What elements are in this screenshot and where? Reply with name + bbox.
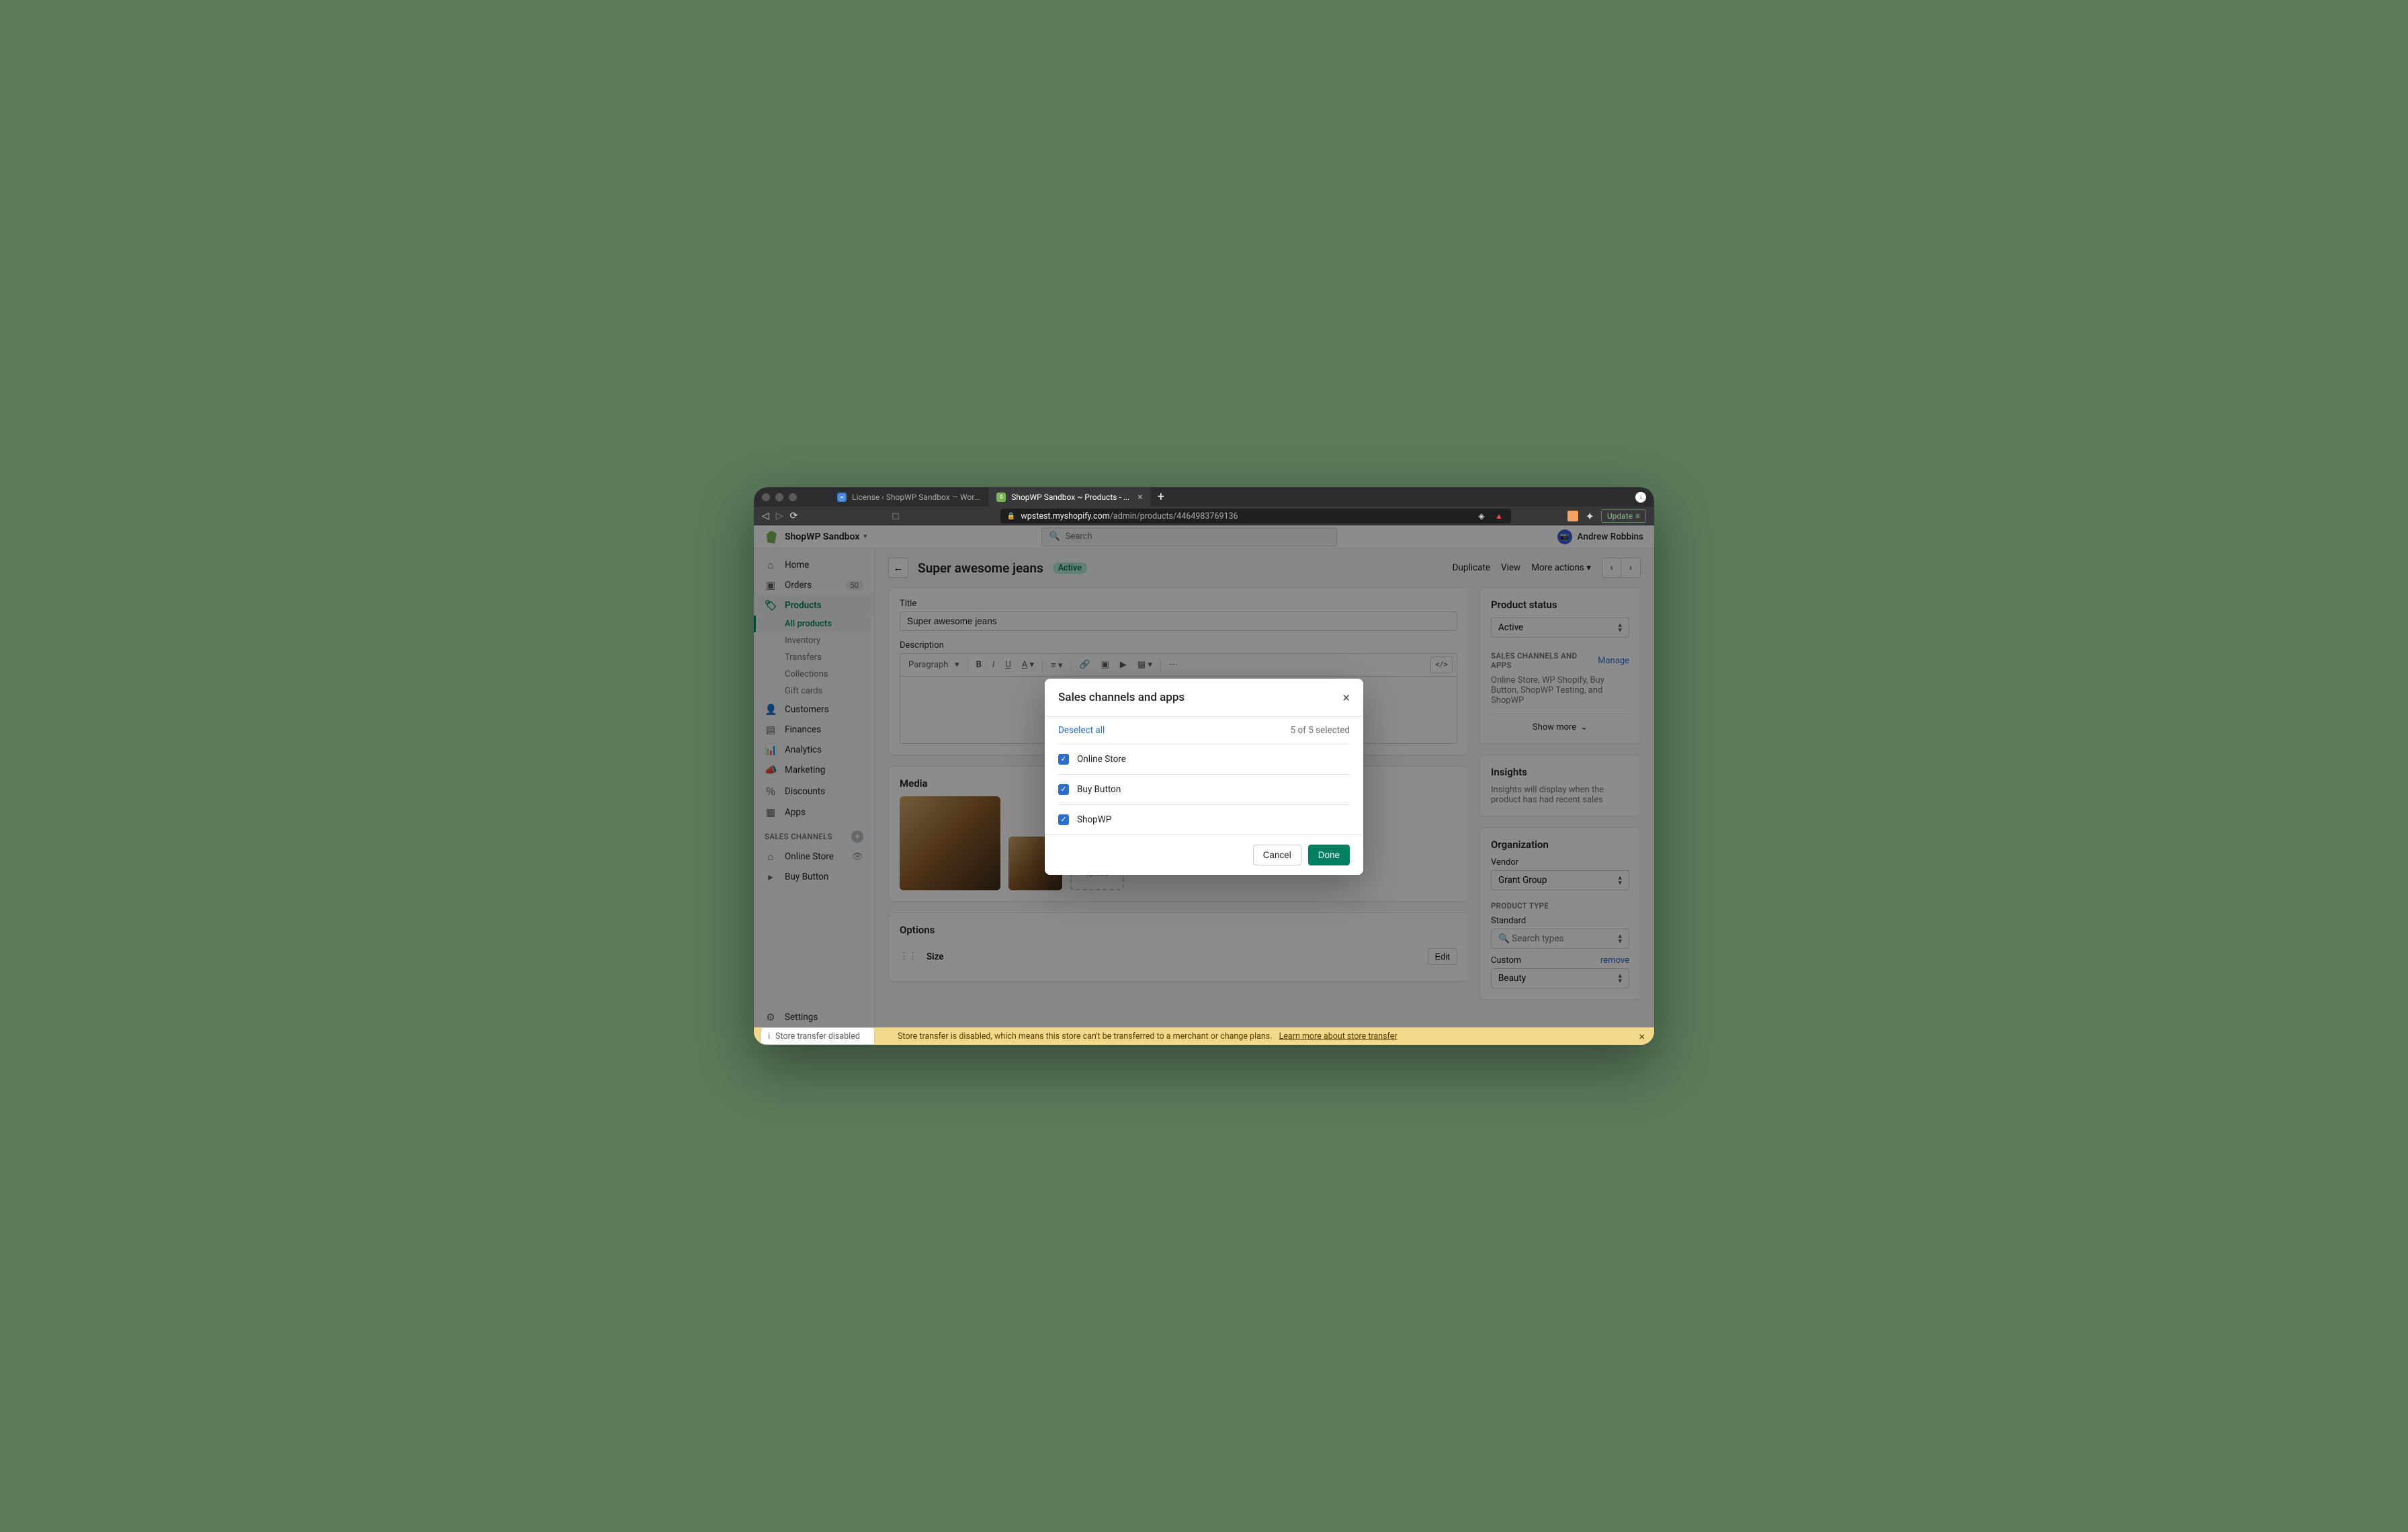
banner-link[interactable]: Learn more about store transfer xyxy=(1279,1031,1398,1041)
browser-tabs: ⓦ License ‹ ShopWP Sandbox — Wor... s Sh… xyxy=(829,487,1171,507)
browser-tab-2[interactable]: s ShopWP Sandbox ~ Products - ... × xyxy=(988,487,1150,507)
menu-icon: ≡ xyxy=(1635,511,1640,521)
traffic-max[interactable] xyxy=(789,493,797,501)
url-domain: wpstest.myshopify.com xyxy=(1021,511,1109,521)
close-banner-icon[interactable]: × xyxy=(1639,1030,1645,1043)
wordpress-icon: ⓦ xyxy=(837,493,847,502)
new-tab-button[interactable]: + xyxy=(1151,490,1171,504)
brave-icon[interactable]: ▲ xyxy=(1494,511,1504,521)
ext-icon-1[interactable] xyxy=(1567,511,1578,521)
traffic-close[interactable] xyxy=(762,493,770,501)
forward-icon: ▷ xyxy=(776,511,783,521)
url-input[interactable]: 🔒 wpstest.myshopify.com/admin/products/4… xyxy=(1000,509,1511,523)
selection-count: 5 of 5 selected xyxy=(1291,725,1350,736)
channel-option-buy-button[interactable]: ✓ Buy Button xyxy=(1058,774,1350,804)
extensions-icon[interactable]: ✦ xyxy=(1585,510,1594,523)
browser-window: ⓦ License ‹ ShopWP Sandbox — Wor... s Sh… xyxy=(754,487,1654,1045)
url-path: /admin/products/4464983769136 xyxy=(1110,511,1238,521)
tab-label: ShopWP Sandbox ~ Products - ... xyxy=(1011,493,1129,502)
checkbox-checked-icon[interactable]: ✓ xyxy=(1058,814,1069,825)
sales-channels-modal: Sales channels and apps × Deselect all 5… xyxy=(1045,679,1363,875)
checkbox-checked-icon[interactable]: ✓ xyxy=(1058,754,1069,765)
cancel-button[interactable]: Cancel xyxy=(1253,845,1301,865)
update-button[interactable]: Update≡ xyxy=(1601,509,1646,523)
transfer-pill: i Store transfer disabled xyxy=(761,1027,875,1045)
close-modal-icon[interactable]: × xyxy=(1342,689,1350,706)
traffic-min[interactable] xyxy=(775,493,783,501)
back-icon[interactable]: ◁ xyxy=(762,511,769,521)
reload-icon[interactable]: ⟳ xyxy=(790,511,798,521)
shields-icon[interactable]: ◈ xyxy=(1476,511,1487,521)
channel-option-online-store[interactable]: ✓ Online Store xyxy=(1058,744,1350,774)
info-icon: i xyxy=(768,1031,770,1041)
modal-title: Sales channels and apps xyxy=(1058,691,1185,704)
lock-icon: 🔒 xyxy=(1007,513,1015,520)
url-bar: ◁ ▷ ⟳ ◻ 🔒 wpstest.myshopify.com/admin/pr… xyxy=(754,507,1654,525)
done-button[interactable]: Done xyxy=(1308,845,1350,865)
browser-tab-1[interactable]: ⓦ License ‹ ShopWP Sandbox — Wor... xyxy=(829,487,988,507)
download-icon[interactable]: ↓ xyxy=(1635,492,1646,503)
bookmark-icon[interactable]: ◻ xyxy=(892,511,900,521)
shopify-icon: s xyxy=(996,493,1006,502)
channel-option-shopwp[interactable]: ✓ ShopWP xyxy=(1058,804,1350,835)
titlebar: ⓦ License ‹ ShopWP Sandbox — Wor... s Sh… xyxy=(754,487,1654,507)
tab-label: License ‹ ShopWP Sandbox — Wor... xyxy=(852,493,980,502)
traffic-lights xyxy=(762,493,797,501)
deselect-all-link[interactable]: Deselect all xyxy=(1058,725,1105,736)
banner-text: Store transfer is disabled, which means … xyxy=(898,1031,1273,1041)
close-tab-icon[interactable]: × xyxy=(1137,492,1142,503)
modal-overlay[interactable]: Sales channels and apps × Deselect all 5… xyxy=(754,525,1654,1027)
transfer-banner: Store transfer is disabled, which means … xyxy=(754,1027,1654,1045)
checkbox-checked-icon[interactable]: ✓ xyxy=(1058,784,1069,795)
